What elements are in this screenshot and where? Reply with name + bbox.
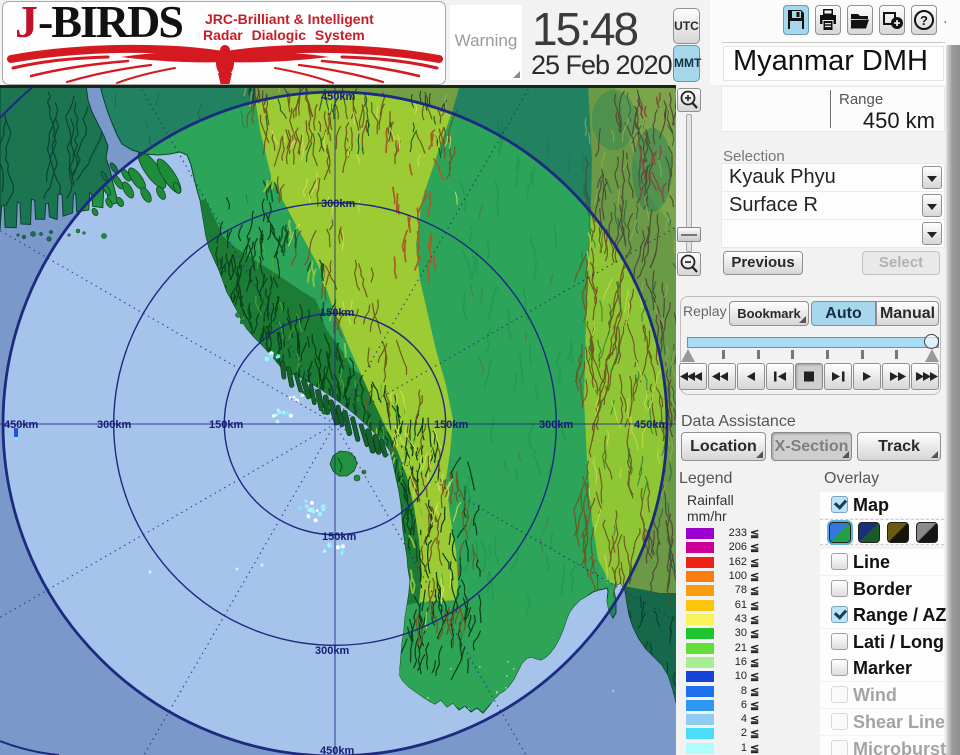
svg-text:150km: 150km bbox=[209, 419, 243, 431]
svg-text:150km: 150km bbox=[320, 307, 354, 319]
svg-text:450km: 450km bbox=[320, 745, 354, 755]
svg-text:?: ? bbox=[920, 13, 928, 28]
svg-text:300km: 300km bbox=[539, 419, 573, 431]
svg-text:300km: 300km bbox=[315, 645, 349, 657]
svg-text:450km: 450km bbox=[321, 91, 355, 103]
svg-text:150km: 150km bbox=[434, 419, 468, 431]
svg-text:300km: 300km bbox=[321, 198, 355, 210]
svg-text:150km: 150km bbox=[322, 531, 356, 543]
svg-text:450km: 450km bbox=[634, 419, 668, 431]
svg-text:450km: 450km bbox=[4, 419, 38, 431]
svg-text:300km: 300km bbox=[97, 419, 131, 431]
